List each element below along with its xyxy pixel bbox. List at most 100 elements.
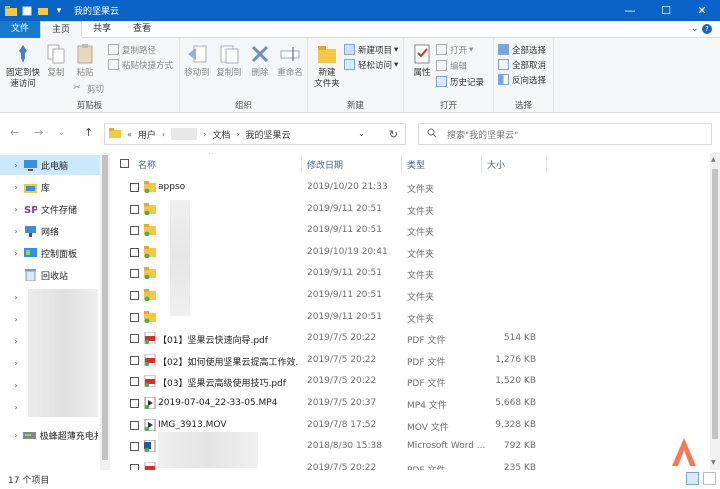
table-row[interactable]: 2019/9/11 20:51 文件夹	[110, 285, 710, 306]
sidebar-scroll-thumb[interactable]	[102, 155, 108, 460]
table-row[interactable]: 2019/9/11 20:51 文件夹	[110, 307, 710, 328]
row-checkbox[interactable]	[130, 247, 139, 257]
select-all-button[interactable]: 全部选择	[498, 43, 546, 56]
rename-button[interactable]: 重命名	[274, 42, 306, 79]
breadcrumb-chevron-icon[interactable]: ›	[236, 130, 239, 139]
copy-path-button[interactable]: 复制路径	[108, 43, 156, 56]
sidebar-item-external-drive[interactable]: › 极蜂超薄充电扌	[0, 425, 100, 445]
scroll-up-arrow-icon[interactable]: ▲	[711, 156, 716, 163]
tab-home[interactable]: 主页	[40, 21, 83, 38]
table-row[interactable]: 【03】坚果云高级使用技巧.pdf 2019/7/5 20:22 PDF 文件 1,5…	[110, 371, 710, 392]
details-view-button[interactable]	[686, 472, 699, 485]
breadcrumb-overflow[interactable]: «	[127, 130, 132, 139]
properties-qat-icon[interactable]	[20, 4, 34, 18]
select-all-checkbox[interactable]	[120, 159, 129, 168]
column-type[interactable]: 类型	[407, 158, 425, 171]
row-checkbox[interactable]	[130, 312, 139, 322]
row-checkbox[interactable]	[130, 442, 139, 452]
chevron-right-icon[interactable]: ›	[9, 183, 23, 192]
chevron-right-icon[interactable]: ›	[9, 249, 23, 258]
table-row[interactable]: 2019-07-04_22-33-05.MP4 2019/7/5 20:37 MP4…	[110, 393, 710, 414]
new-folder-button[interactable]: 新建 文件夹	[312, 42, 342, 90]
table-row[interactable]: 2019/9/11 20:51 文件夹	[110, 263, 710, 284]
tab-share[interactable]: 共享	[82, 21, 122, 38]
ribbon-expand-icon[interactable]: ⌄ ?	[690, 23, 712, 34]
minimize-button[interactable]: —	[612, 0, 648, 21]
sidebar-item-file-storage[interactable]: › SP 文件存储	[0, 199, 100, 219]
chevron-right-icon[interactable]: ›	[9, 205, 23, 214]
pin-quick-access-button[interactable]: 固定到快 速访问	[4, 42, 42, 90]
row-checkbox[interactable]	[130, 204, 139, 214]
tab-file[interactable]: 文件	[0, 21, 41, 38]
table-row[interactable]: 【01】坚果云快速向导.pdf 2019/7/5 20:22 PDF 文件 514 K…	[110, 328, 710, 349]
close-button[interactable]: ✕	[684, 0, 720, 21]
file-list-scrollbar[interactable]: ▲ ▼	[710, 153, 720, 470]
new-folder-qat-icon[interactable]	[36, 4, 50, 18]
paste-button[interactable]: 粘贴	[73, 42, 97, 79]
chevron-right-icon[interactable]: ›	[9, 315, 23, 324]
new-item-button[interactable]: 新建项目 ▾	[344, 43, 398, 56]
row-checkbox[interactable]	[130, 420, 139, 430]
properties-button[interactable]: 属性	[408, 42, 436, 79]
chevron-right-icon[interactable]: ›	[9, 403, 23, 412]
address-dropdown-icon[interactable]: ⌄	[358, 129, 365, 138]
sidebar-scrollbar[interactable]	[100, 153, 110, 470]
chevron-right-icon[interactable]: ›	[9, 337, 23, 346]
back-arrow-icon[interactable]: ←	[10, 126, 19, 139]
row-checkbox[interactable]	[130, 291, 139, 300]
row-checkbox[interactable]	[130, 334, 139, 344]
row-checkbox[interactable]	[130, 183, 139, 192]
maximize-button[interactable]: ☐	[648, 0, 684, 21]
table-row[interactable]: 【02】如何使用坚果云提高工作效... 2019/7/5 20:22 PDF 文件 1…	[110, 350, 710, 371]
chevron-right-icon[interactable]: ›	[9, 381, 23, 390]
qat-dropdown-icon[interactable]: ▾	[52, 4, 66, 18]
breadcrumb-chevron-icon[interactable]: ›	[162, 130, 165, 139]
cut-button[interactable]: ✂ 剪切	[73, 82, 104, 95]
chevron-right-icon[interactable]: ›	[9, 227, 23, 236]
move-to-button[interactable]: 移动到	[182, 42, 212, 79]
chevron-right-icon[interactable]: ›	[9, 161, 23, 170]
select-none-button[interactable]: 全部取消	[498, 58, 546, 71]
invert-selection-button[interactable]: 反向选择	[498, 73, 546, 86]
breadcrumb-chevron-icon[interactable]: ›	[203, 130, 206, 139]
sidebar-item-control-panel[interactable]: › 控制面板	[0, 243, 100, 263]
row-checkbox[interactable]	[130, 226, 139, 236]
scroll-down-arrow-icon[interactable]: ▼	[711, 459, 716, 466]
row-checkbox[interactable]	[130, 377, 139, 387]
breadcrumb-users[interactable]: 用户	[138, 128, 156, 141]
row-checkbox[interactable]	[130, 399, 139, 408]
sidebar-item-recycle-bin[interactable]: 回收站	[0, 265, 100, 285]
table-row[interactable]: appso 2019/10/20 21:33 文件夹	[110, 177, 710, 198]
up-arrow-icon[interactable]: ↑	[84, 126, 93, 139]
copy-button[interactable]: 复制	[44, 42, 68, 79]
open-button[interactable]: 打开 ▾	[436, 43, 473, 56]
search-box[interactable]: 搜索"我的坚果云"	[418, 123, 712, 145]
table-row[interactable]: 2019/10/19 20:41 文件夹	[110, 242, 710, 263]
copy-to-button[interactable]: 复制到	[214, 42, 244, 79]
delete-button[interactable]: 删除	[246, 42, 274, 79]
breadcrumb-documents[interactable]: 文档	[212, 128, 230, 141]
chevron-right-icon[interactable]: ›	[9, 293, 23, 302]
table-row[interactable]: 2019/9/11 20:51 文件夹	[110, 199, 710, 220]
row-checkbox[interactable]	[130, 269, 139, 279]
table-row[interactable]: 2019/9/11 20:51 文件夹	[110, 220, 710, 241]
paste-shortcut-button[interactable]: 粘贴快捷方式	[108, 58, 173, 71]
refresh-button[interactable]: ↻	[382, 123, 406, 145]
breadcrumb-current[interactable]: 我的坚果云	[246, 128, 291, 141]
sidebar-item-this-pc[interactable]: › 此电脑	[0, 155, 100, 175]
easy-access-button[interactable]: 轻松访问 ▾	[344, 58, 398, 71]
column-date[interactable]: 修改日期	[307, 158, 343, 171]
large-icons-view-button[interactable]	[703, 472, 716, 485]
forward-arrow-icon[interactable]: →	[34, 126, 43, 139]
help-icon[interactable]: ?	[702, 24, 712, 34]
row-checkbox[interactable]	[130, 355, 139, 365]
sidebar-item-network[interactable]: › 网络	[0, 221, 100, 241]
tab-view[interactable]: 查看	[122, 21, 162, 38]
history-button[interactable]: 历史记录	[436, 75, 484, 88]
chevron-right-icon[interactable]: ›	[9, 359, 23, 368]
chevron-right-icon[interactable]: ›	[9, 431, 22, 440]
file-list-scroll-thumb[interactable]	[712, 169, 718, 439]
edit-button[interactable]: 编辑	[436, 59, 467, 72]
sidebar-item-library[interactable]: › 库	[0, 177, 100, 197]
column-size[interactable]: 大小	[487, 158, 505, 171]
